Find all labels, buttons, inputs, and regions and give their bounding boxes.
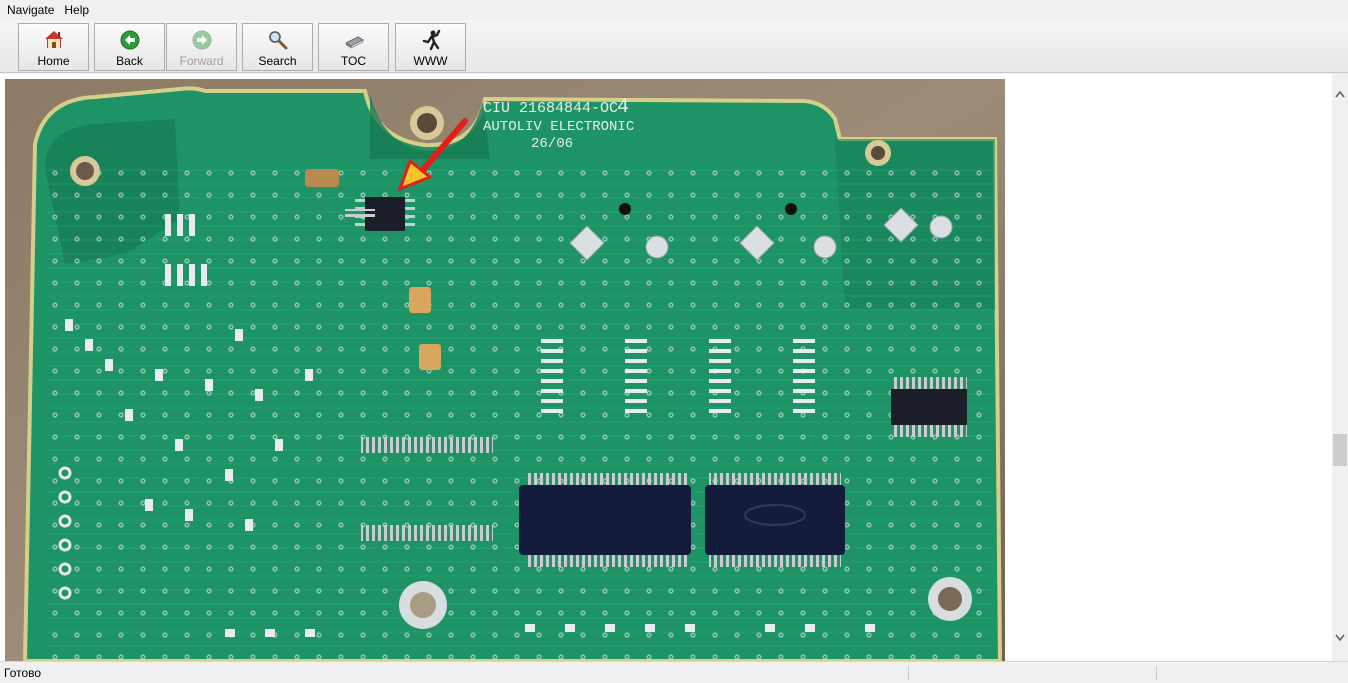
status-text: Готово xyxy=(4,666,42,680)
toc-button-label: TOC xyxy=(340,54,367,68)
board-label-line3: 26/06 xyxy=(531,136,573,152)
home-button-label: Home xyxy=(37,54,70,68)
person-icon xyxy=(420,29,442,51)
search-button-label: Search xyxy=(258,54,297,68)
back-button[interactable]: Back xyxy=(94,23,165,71)
scroll-down-icon[interactable] xyxy=(1332,630,1348,646)
search-icon xyxy=(267,29,289,51)
status-separator xyxy=(1156,666,1157,680)
back-arrow-icon xyxy=(119,29,141,51)
scrollbar-thumb[interactable] xyxy=(1333,434,1347,466)
forward-button-label: Forward xyxy=(179,54,224,68)
toc-button[interactable]: TOC xyxy=(318,23,389,71)
vertical-scrollbar[interactable] xyxy=(1332,74,1348,661)
forward-arrow-icon xyxy=(191,29,213,51)
menu-help[interactable]: Help xyxy=(59,0,94,20)
forward-button[interactable]: Forward xyxy=(166,23,237,71)
content-area: CIU 21684844-OC 4 AUTOLIV ELECTRONIC 26/… xyxy=(0,74,1332,661)
home-icon xyxy=(43,29,65,51)
back-button-label: Back xyxy=(116,54,143,68)
search-button[interactable]: Search xyxy=(242,23,313,71)
status-bar: Готово xyxy=(0,661,1348,683)
www-button[interactable]: WWW xyxy=(395,23,466,71)
www-button-label: WWW xyxy=(413,54,448,68)
menu-navigate[interactable]: Navigate xyxy=(2,0,59,20)
board-label-line1: CIU 21684844-OC xyxy=(483,100,618,117)
toolbar: Home Back Forward Search TOC WWW xyxy=(0,20,1348,73)
menu-bar: Navigate Help xyxy=(0,0,1348,20)
scroll-up-icon[interactable] xyxy=(1332,86,1348,102)
status-separator xyxy=(908,666,909,680)
book-icon xyxy=(343,29,365,51)
board-label-line2: AUTOLIV ELECTRONIC xyxy=(483,119,634,135)
board-label-digit: 4 xyxy=(617,96,629,119)
home-button[interactable]: Home xyxy=(18,23,89,71)
circuit-board-photo: CIU 21684844-OC 4 AUTOLIV ELECTRONIC 26/… xyxy=(5,79,1005,661)
